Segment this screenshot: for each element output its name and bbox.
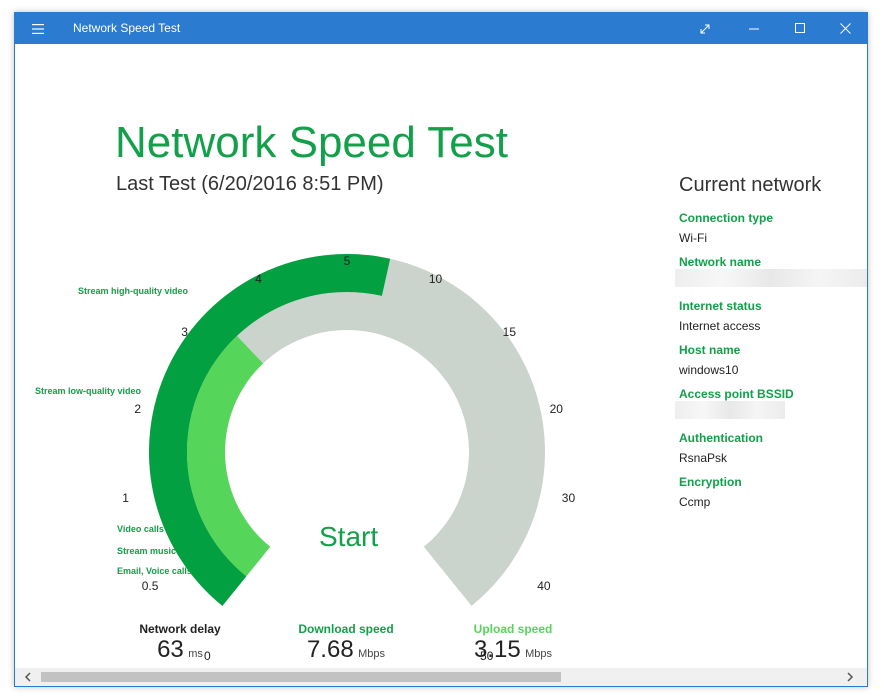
maximize-icon[interactable] bbox=[777, 13, 823, 44]
host-name-label: Host name bbox=[679, 343, 741, 357]
horizontal-scrollbar[interactable] bbox=[15, 668, 867, 686]
scrollbar-thumb[interactable] bbox=[41, 672, 561, 682]
upload-speed-stat: Upload speed 3.15 Mbps bbox=[461, 622, 565, 664]
host-name-value: windows10 bbox=[679, 363, 739, 377]
upload-speed-label: Upload speed bbox=[473, 622, 553, 636]
tick-label: 5 bbox=[343, 254, 351, 268]
start-button[interactable]: Start bbox=[319, 521, 378, 553]
network-delay-stat: Network delay 63 ms bbox=[127, 622, 233, 664]
tick-label: 2 bbox=[134, 401, 142, 416]
encryption-value: Ccmp bbox=[679, 495, 711, 509]
tick-label: 4 bbox=[255, 272, 262, 287]
app-window: Network Speed Test Network Speed Test La… bbox=[14, 12, 868, 687]
tick-label: 20 bbox=[549, 401, 563, 416]
minimize-icon[interactable] bbox=[731, 13, 777, 44]
connection-type-value: Wi-Fi bbox=[679, 231, 707, 245]
download-speed-unit: Mbps bbox=[358, 648, 386, 660]
network-name-redacted bbox=[675, 269, 867, 287]
internet-status-label: Internet status bbox=[679, 299, 762, 313]
tick-label: 0.5 bbox=[141, 578, 159, 593]
expand-icon[interactable] bbox=[685, 13, 725, 44]
scroll-left-icon[interactable] bbox=[23, 672, 33, 682]
connection-type-label: Connection type bbox=[679, 211, 774, 225]
tick-label: 3 bbox=[181, 324, 188, 339]
internet-status-value: Internet access bbox=[679, 319, 761, 333]
usage-label-video-calls: Video calls bbox=[117, 524, 164, 534]
main-content: Network Speed Test Last Test (6/20/2016 … bbox=[15, 44, 867, 668]
usage-label-email: Email, Voice calls bbox=[117, 566, 192, 576]
tick-label: 40 bbox=[537, 578, 551, 593]
bssid-label: Access point BSSID bbox=[679, 387, 794, 401]
tick-label: 15 bbox=[502, 324, 517, 339]
bssid-redacted bbox=[675, 401, 785, 419]
window-title: Network Speed Test bbox=[73, 21, 181, 35]
network-delay-label: Network delay bbox=[139, 622, 221, 636]
hamburger-icon[interactable] bbox=[27, 13, 49, 44]
close-icon[interactable] bbox=[823, 13, 867, 44]
tick-label: 30 bbox=[561, 491, 576, 506]
encryption-label: Encryption bbox=[679, 475, 742, 489]
scroll-right-icon[interactable] bbox=[845, 672, 855, 682]
usage-label-music: Stream music bbox=[117, 546, 177, 556]
usage-label-hq-video: Stream high-quality video bbox=[78, 286, 189, 296]
current-network-title: Current network bbox=[679, 174, 822, 196]
network-delay-value: 63 bbox=[157, 636, 184, 663]
network-delay-unit: ms bbox=[188, 648, 203, 660]
download-speed-value: 7.68 bbox=[306, 636, 354, 663]
download-speed-label: Download speed bbox=[298, 622, 394, 636]
tick-label: 10 bbox=[428, 272, 443, 287]
usage-label-lq-video: Stream low-quality video bbox=[35, 386, 142, 396]
network-name-label: Network name bbox=[679, 255, 762, 269]
title-bar: Network Speed Test bbox=[15, 13, 867, 44]
upload-speed-value: 3.15 bbox=[473, 636, 521, 663]
authentication-label: Authentication bbox=[679, 431, 763, 445]
tick-label: 1 bbox=[122, 491, 129, 506]
authentication-value: RsnaPsk bbox=[679, 451, 728, 465]
upload-speed-unit: Mbps bbox=[525, 648, 553, 660]
download-speed-stat: Download speed 7.68 Mbps bbox=[289, 622, 403, 664]
